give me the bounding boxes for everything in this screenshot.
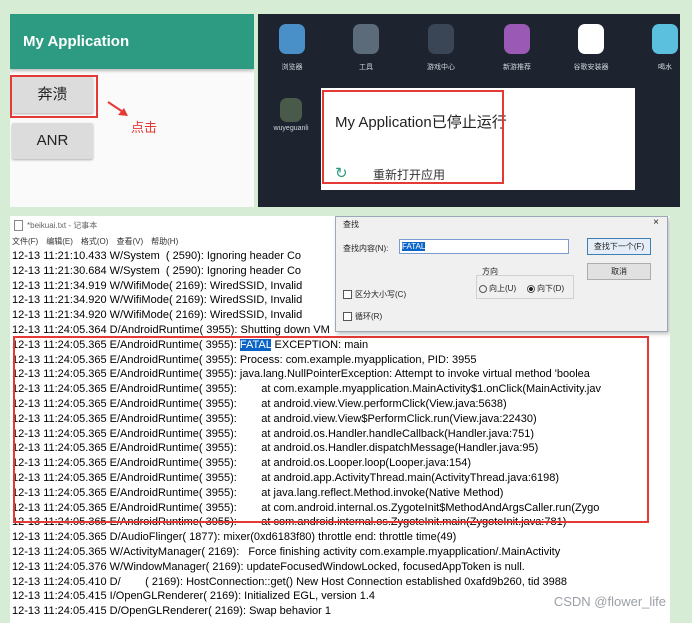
- checkbox-icon: [343, 290, 352, 300]
- close-icon[interactable]: ×: [653, 217, 659, 228]
- find-dialog: 查找 × 查找内容(N): FATAL 查找下一个(F) 取消 方向 向上(U)…: [335, 216, 668, 332]
- log-line: 12-13 11:24:05.365 E/AndroidRuntime( 395…: [12, 368, 590, 381]
- menu-file[interactable]: 文件(F): [12, 237, 38, 246]
- icon-label: 游戏中心: [427, 64, 455, 71]
- log-line: 12-13 11:24:05.365 E/AndroidRuntime( 395…: [12, 397, 507, 410]
- android-app-icon[interactable]: [280, 98, 302, 122]
- file-icon: [14, 220, 23, 232]
- log-line: 12-13 11:24:05.415 I/OpenGLRenderer( 216…: [12, 590, 376, 603]
- direction-down-label: 向下(D): [537, 284, 565, 293]
- log-line: 12-13 11:24:05.365 E/AndroidRuntime( 395…: [12, 486, 504, 499]
- log-line: 12-13 11:24:05.365 E/AndroidRuntime( 395…: [12, 471, 560, 484]
- browser-app-icon[interactable]: [279, 24, 305, 54]
- log-line: 12-13 11:24:05.365 E/AndroidRuntime( 395…: [12, 516, 567, 529]
- icon-label: wuyeguanli: [273, 125, 309, 132]
- match-case-label: 区分大小写(C): [355, 290, 407, 299]
- log-line: 12-13 11:24:05.365 D/AudioFlinger( 1877)…: [12, 531, 457, 544]
- menu-edit[interactable]: 编辑(E): [46, 237, 73, 246]
- log-line: 12-13 11:24:05.365 E/AndroidRuntime( 395…: [12, 353, 477, 366]
- window-title: *beikuai.txt - 记事本: [27, 221, 98, 230]
- launcher-screen: 浏览器 工具 游戏中心 新游推荐 谷歌安装器 喝水 wuyeguanli My …: [258, 14, 680, 207]
- click-hint-label: 点击: [131, 120, 158, 135]
- wrap-around-checkbox[interactable]: 循环(R): [343, 311, 382, 322]
- icon-label: 谷歌安装器: [573, 64, 609, 71]
- google-installer-app-icon[interactable]: [578, 24, 604, 54]
- tools-app-icon[interactable]: [353, 24, 379, 54]
- icon-label: 新游推荐: [503, 64, 531, 71]
- icon-label: 喝水: [658, 64, 672, 71]
- log-line: 12-13 11:24:05.365 E/AndroidRuntime( 395…: [12, 501, 600, 514]
- find-next-button[interactable]: 查找下一个(F): [587, 238, 651, 255]
- log-line: 12-13 11:24:05.365 E/AndroidRuntime( 395…: [12, 442, 539, 455]
- log-line: 12-13 11:24:05.410 D/ ( 2169): HostConne…: [12, 575, 568, 588]
- log-line: 12-13 11:24:05.365 E/AndroidRuntime( 395…: [12, 457, 472, 470]
- icon-label: 浏览器: [281, 64, 303, 71]
- log-line: 12-13 11:24:05.365 E/AndroidRuntime( 395…: [12, 383, 601, 396]
- notepad-window: *beikuai.txt - 记事本 文件(F) 编辑(E) 格式(O) 查看(V) 帮…: [10, 216, 670, 623]
- find-what-input[interactable]: FATAL: [399, 239, 569, 254]
- cancel-button[interactable]: 取消: [587, 263, 651, 280]
- log-line: 12-13 11:24:05.376 W/WindowManager( 2169…: [12, 560, 525, 573]
- log-line: 12-13 11:24:05.365 E/AndroidRuntime( 395…: [12, 412, 537, 425]
- log-line: 12-13 11:24:05.365 W/ActivityManager( 21…: [12, 545, 561, 558]
- app-title-bar: My Application: [10, 14, 254, 69]
- checkbox-icon: [343, 312, 352, 322]
- watermark: CSDN @flower_life: [553, 594, 666, 609]
- log-line: 12-13 11:24:05.365 E/AndroidRuntime( 395…: [12, 338, 369, 351]
- menu-view[interactable]: 查看(V): [116, 237, 143, 246]
- find-dialog-title: 查找: [343, 220, 359, 229]
- find-what-label: 查找内容(N):: [343, 244, 389, 253]
- menu-format[interactable]: 格式(O): [81, 237, 109, 246]
- arrow-icon: [107, 101, 128, 116]
- game-center-app-icon[interactable]: [428, 24, 454, 54]
- log-line: 12-13 11:24:05.365 E/AndroidRuntime( 395…: [12, 427, 535, 440]
- find-what-value: FATAL: [402, 242, 426, 251]
- radio-icon: [479, 284, 487, 293]
- search-highlight: FATAL: [239, 338, 272, 351]
- icon-label: 工具: [359, 64, 373, 71]
- direction-up-label: 向上(U): [489, 284, 517, 293]
- direction-up-radio[interactable]: 向上(U): [479, 283, 516, 294]
- direction-group: 向上(U) 向下(D): [476, 275, 574, 299]
- anr-button[interactable]: ANR: [12, 123, 93, 159]
- new-games-app-icon[interactable]: [504, 24, 530, 54]
- highlight-box: [322, 90, 504, 184]
- radio-selected-icon: [527, 284, 535, 293]
- direction-down-radio[interactable]: 向下(D): [527, 283, 564, 294]
- highlight-box: [10, 75, 98, 118]
- water-app-icon[interactable]: [652, 24, 678, 54]
- android-app-screen: My Application 奔溃 ANR 点击: [10, 14, 254, 207]
- menu-help[interactable]: 帮助(H): [151, 237, 178, 246]
- log-line: 12-13 11:24:05.415 D/OpenGLRenderer( 216…: [12, 605, 332, 618]
- wrap-around-label: 循环(R): [355, 312, 383, 321]
- match-case-checkbox[interactable]: 区分大小写(C): [343, 289, 406, 300]
